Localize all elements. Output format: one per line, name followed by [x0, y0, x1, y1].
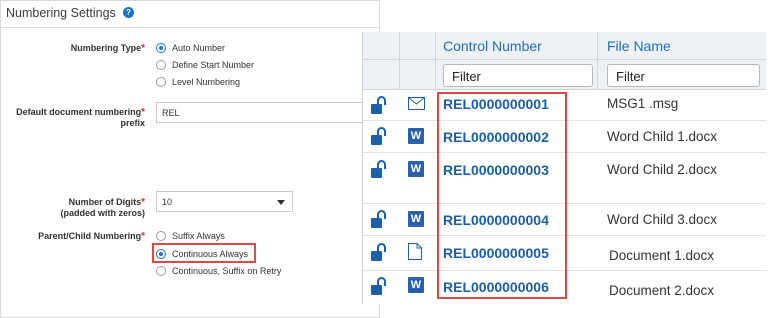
unlock-icon[interactable] [371, 127, 386, 145]
file-name: Word Child 2.docx [607, 162, 718, 177]
required-marker: * [141, 197, 145, 208]
radio-continuous-suffix-on-retry[interactable]: Continuous, Suffix on Retry [156, 265, 281, 277]
column-header-control-number[interactable]: Control Number [443, 38, 542, 54]
radio-label: Define Start Number [172, 60, 255, 70]
unlock-icon[interactable] [371, 277, 386, 295]
radio-unchecked-icon[interactable] [156, 77, 166, 87]
prefix-label: Default document numbering* prefix [16, 107, 145, 128]
document-grid: Control Number File Name Filter Filter R… [362, 32, 766, 304]
document-icon [408, 243, 424, 260]
column-divider [435, 32, 436, 90]
panel-header: Numbering Settings ? [1, 1, 381, 28]
column-divider [399, 32, 400, 90]
radio-auto-number[interactable]: Auto Number [156, 42, 225, 54]
file-name: MSG1 .msg [607, 96, 679, 111]
unlock-icon[interactable] [371, 210, 386, 228]
digits-select[interactable]: 10 [156, 191, 293, 212]
required-marker: * [141, 43, 145, 54]
digits-label: Number of Digits* (padded with zeros) [60, 197, 145, 218]
filter-input-control-number[interactable]: Filter [443, 64, 593, 87]
radio-label: Level Numbering [172, 77, 241, 87]
required-marker: * [141, 107, 145, 118]
radio-level-numbering[interactable]: Level Numbering [156, 76, 240, 88]
highlight-box [437, 92, 567, 299]
unlock-icon[interactable] [371, 160, 386, 178]
highlight-box [152, 243, 256, 263]
filter-input-file-name[interactable]: Filter [607, 64, 760, 87]
radio-suffix-always[interactable]: Suffix Always [156, 230, 225, 242]
word-icon: W [408, 277, 424, 293]
radio-unchecked-icon[interactable] [156, 266, 166, 276]
numbering-type-label: Numbering Type* [70, 43, 145, 54]
grid-header [363, 32, 766, 60]
unlock-icon[interactable] [371, 243, 386, 261]
radio-checked-icon[interactable] [156, 43, 166, 53]
file-name: Word Child 3.docx [607, 212, 718, 227]
column-divider [597, 32, 598, 90]
numbering-settings-panel: Numbering Settings ? Numbering Type* Aut… [0, 0, 381, 318]
word-icon: W [408, 128, 424, 144]
unlock-icon[interactable] [371, 96, 386, 114]
radio-unchecked-icon[interactable] [156, 231, 166, 241]
radio-define-start-number[interactable]: Define Start Number [156, 59, 254, 71]
radio-label: Auto Number [172, 43, 226, 53]
help-icon[interactable]: ? [123, 7, 134, 18]
prefix-input[interactable]: REL [156, 102, 381, 123]
word-icon: W [408, 161, 424, 177]
column-header-file-name[interactable]: File Name [607, 38, 671, 54]
radio-unchecked-icon[interactable] [156, 60, 166, 70]
parent-child-label: Parent/Child Numbering* [38, 231, 145, 242]
digits-value: 10 [162, 197, 173, 207]
radio-label: Continuous, Suffix on Retry [172, 266, 282, 276]
file-name: Document 1.docx [609, 248, 715, 263]
envelope-icon [408, 97, 425, 113]
chevron-down-icon[interactable] [277, 200, 285, 205]
required-marker: * [141, 231, 145, 242]
panel-title: Numbering Settings [6, 6, 116, 20]
file-name: Document 2.docx [609, 283, 715, 298]
word-icon: W [408, 211, 424, 227]
radio-label: Suffix Always [172, 231, 225, 241]
file-name: Word Child 1.docx [607, 129, 718, 144]
